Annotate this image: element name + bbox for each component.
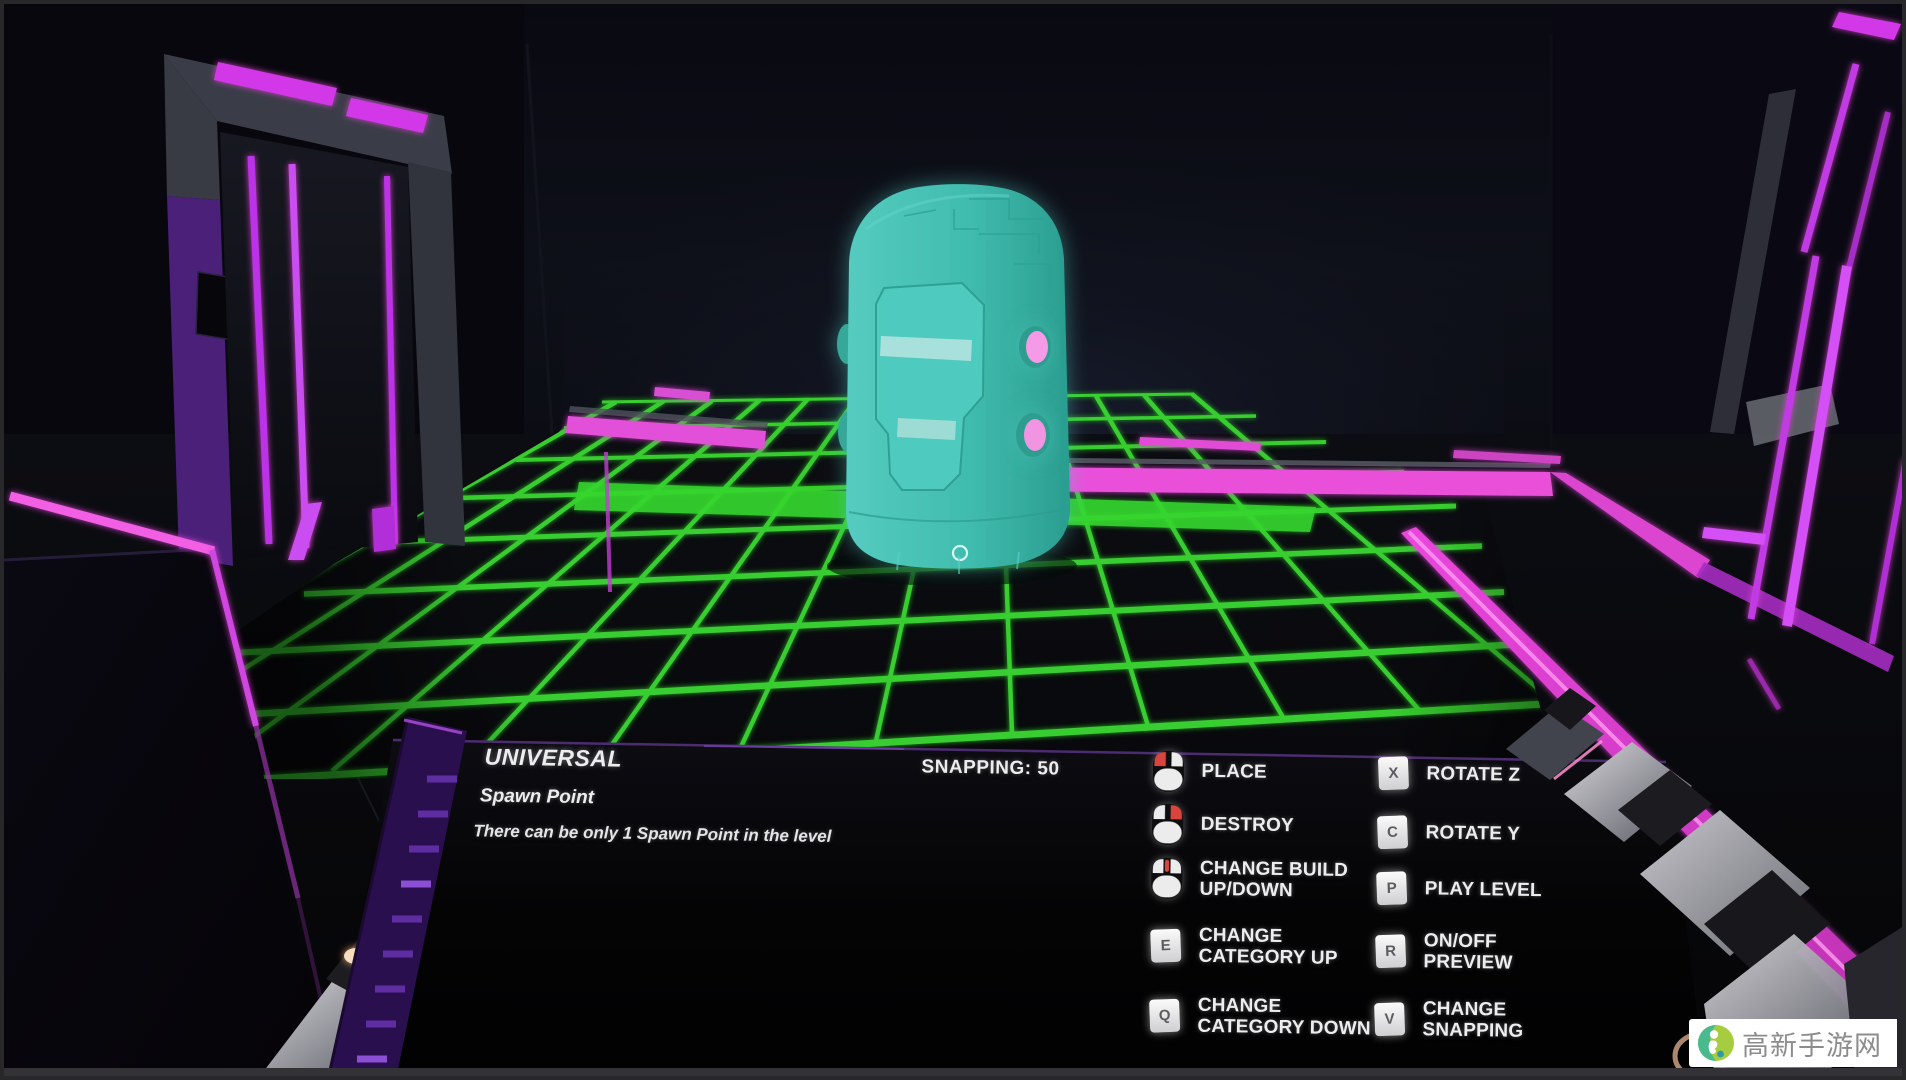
mouse-scroll-wheel-icon [1146,856,1187,901]
key-r: R [1375,934,1406,968]
mouse-right-click-icon [1147,802,1188,847]
category-title: UNIVERSAL [484,744,622,773]
key-e: E [1150,929,1181,963]
watermark-text: 高新手游网 [1742,1024,1882,1063]
selected-item-description: There can be only 1 Spawn Point in the l… [473,821,831,847]
keybind-category-up: E CHANGE CATEGORY UP [1145,924,1377,971]
hud-panel: UNIVERSAL Spawn Point There can be only … [383,732,1708,1080]
keybind-rotate-y: C ROTATE Y [1372,815,1520,850]
snapping-value: SNAPPING: 50 [921,756,1059,780]
key-q: Q [1149,999,1180,1033]
spawn-point-pod[interactable] [827,184,1077,586]
key-x: X [1378,756,1409,790]
key-c: C [1377,815,1408,849]
keybind-place: PLACE [1148,749,1267,795]
keybind-play-level: P PLAY LEVEL [1371,871,1542,907]
keybind-category-down: Q CHANGE CATEGORY DOWN [1144,994,1376,1041]
keybind-change-snapping: V CHANGE SNAPPING [1369,997,1555,1043]
selected-item-name: Spawn Point [480,785,594,809]
watermark: 高新手游网 [1689,1019,1897,1067]
pod-hatch-stripe [897,418,956,440]
mouse-left-click-icon [1148,749,1189,794]
window-frame-bottom [4,1068,1902,1076]
watermark-logo-icon [1697,1024,1735,1062]
keybind-change-build: CHANGE BUILD UP/DOWN [1146,856,1378,904]
key-p: P [1376,871,1407,905]
game-screen: UNIVERSAL Spawn Point There can be only … [0,0,1906,1080]
keybind-preview: R ON/OFF PREVIEW [1370,929,1556,975]
keybind-destroy: DESTROY [1147,802,1294,848]
keybind-rotate-z: X ROTATE Z [1373,756,1520,791]
key-v: V [1374,1002,1405,1036]
